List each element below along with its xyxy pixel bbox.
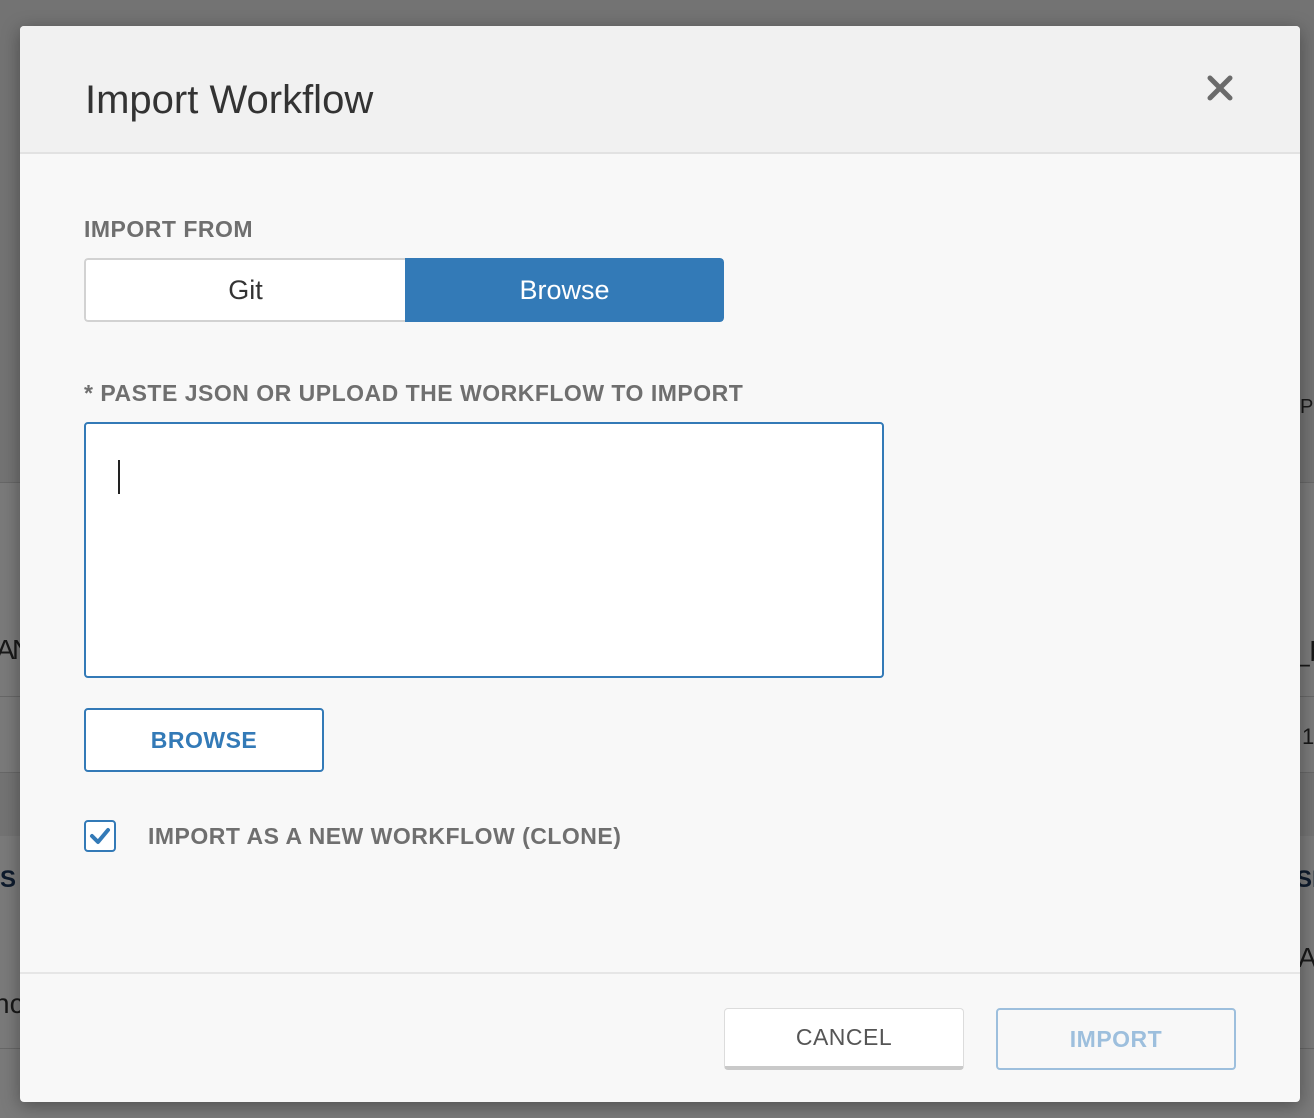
json-field-label: * PASTE JSON OR UPLOAD THE WORKFLOW TO I…	[84, 380, 744, 406]
modal-header: Import Workflow	[20, 26, 1300, 154]
clone-checkbox-label[interactable]: IMPORT AS A NEW WORKFLOW (CLONE)	[148, 820, 621, 852]
import-workflow-modal: Import Workflow IMPORT FROM Git Browse *…	[20, 26, 1300, 1102]
tab-git[interactable]: Git	[84, 258, 405, 322]
text-cursor	[118, 460, 120, 494]
check-icon	[90, 828, 110, 844]
tab-browse[interactable]: Browse	[405, 258, 724, 322]
workflow-json-textarea[interactable]	[84, 422, 884, 678]
footer-divider	[20, 972, 1300, 974]
close-icon	[1207, 75, 1233, 101]
close-button[interactable]	[1200, 68, 1240, 108]
modal-title: Import Workflow	[85, 78, 374, 122]
import-button[interactable]: IMPORT	[996, 1008, 1236, 1070]
import-from-label: IMPORT FROM	[84, 216, 254, 242]
clone-checkbox[interactable]	[84, 820, 116, 852]
browse-file-button[interactable]: BROWSE	[84, 708, 324, 772]
cancel-button[interactable]: CANCEL	[724, 1008, 964, 1070]
import-source-toggle: Git Browse	[84, 258, 724, 322]
